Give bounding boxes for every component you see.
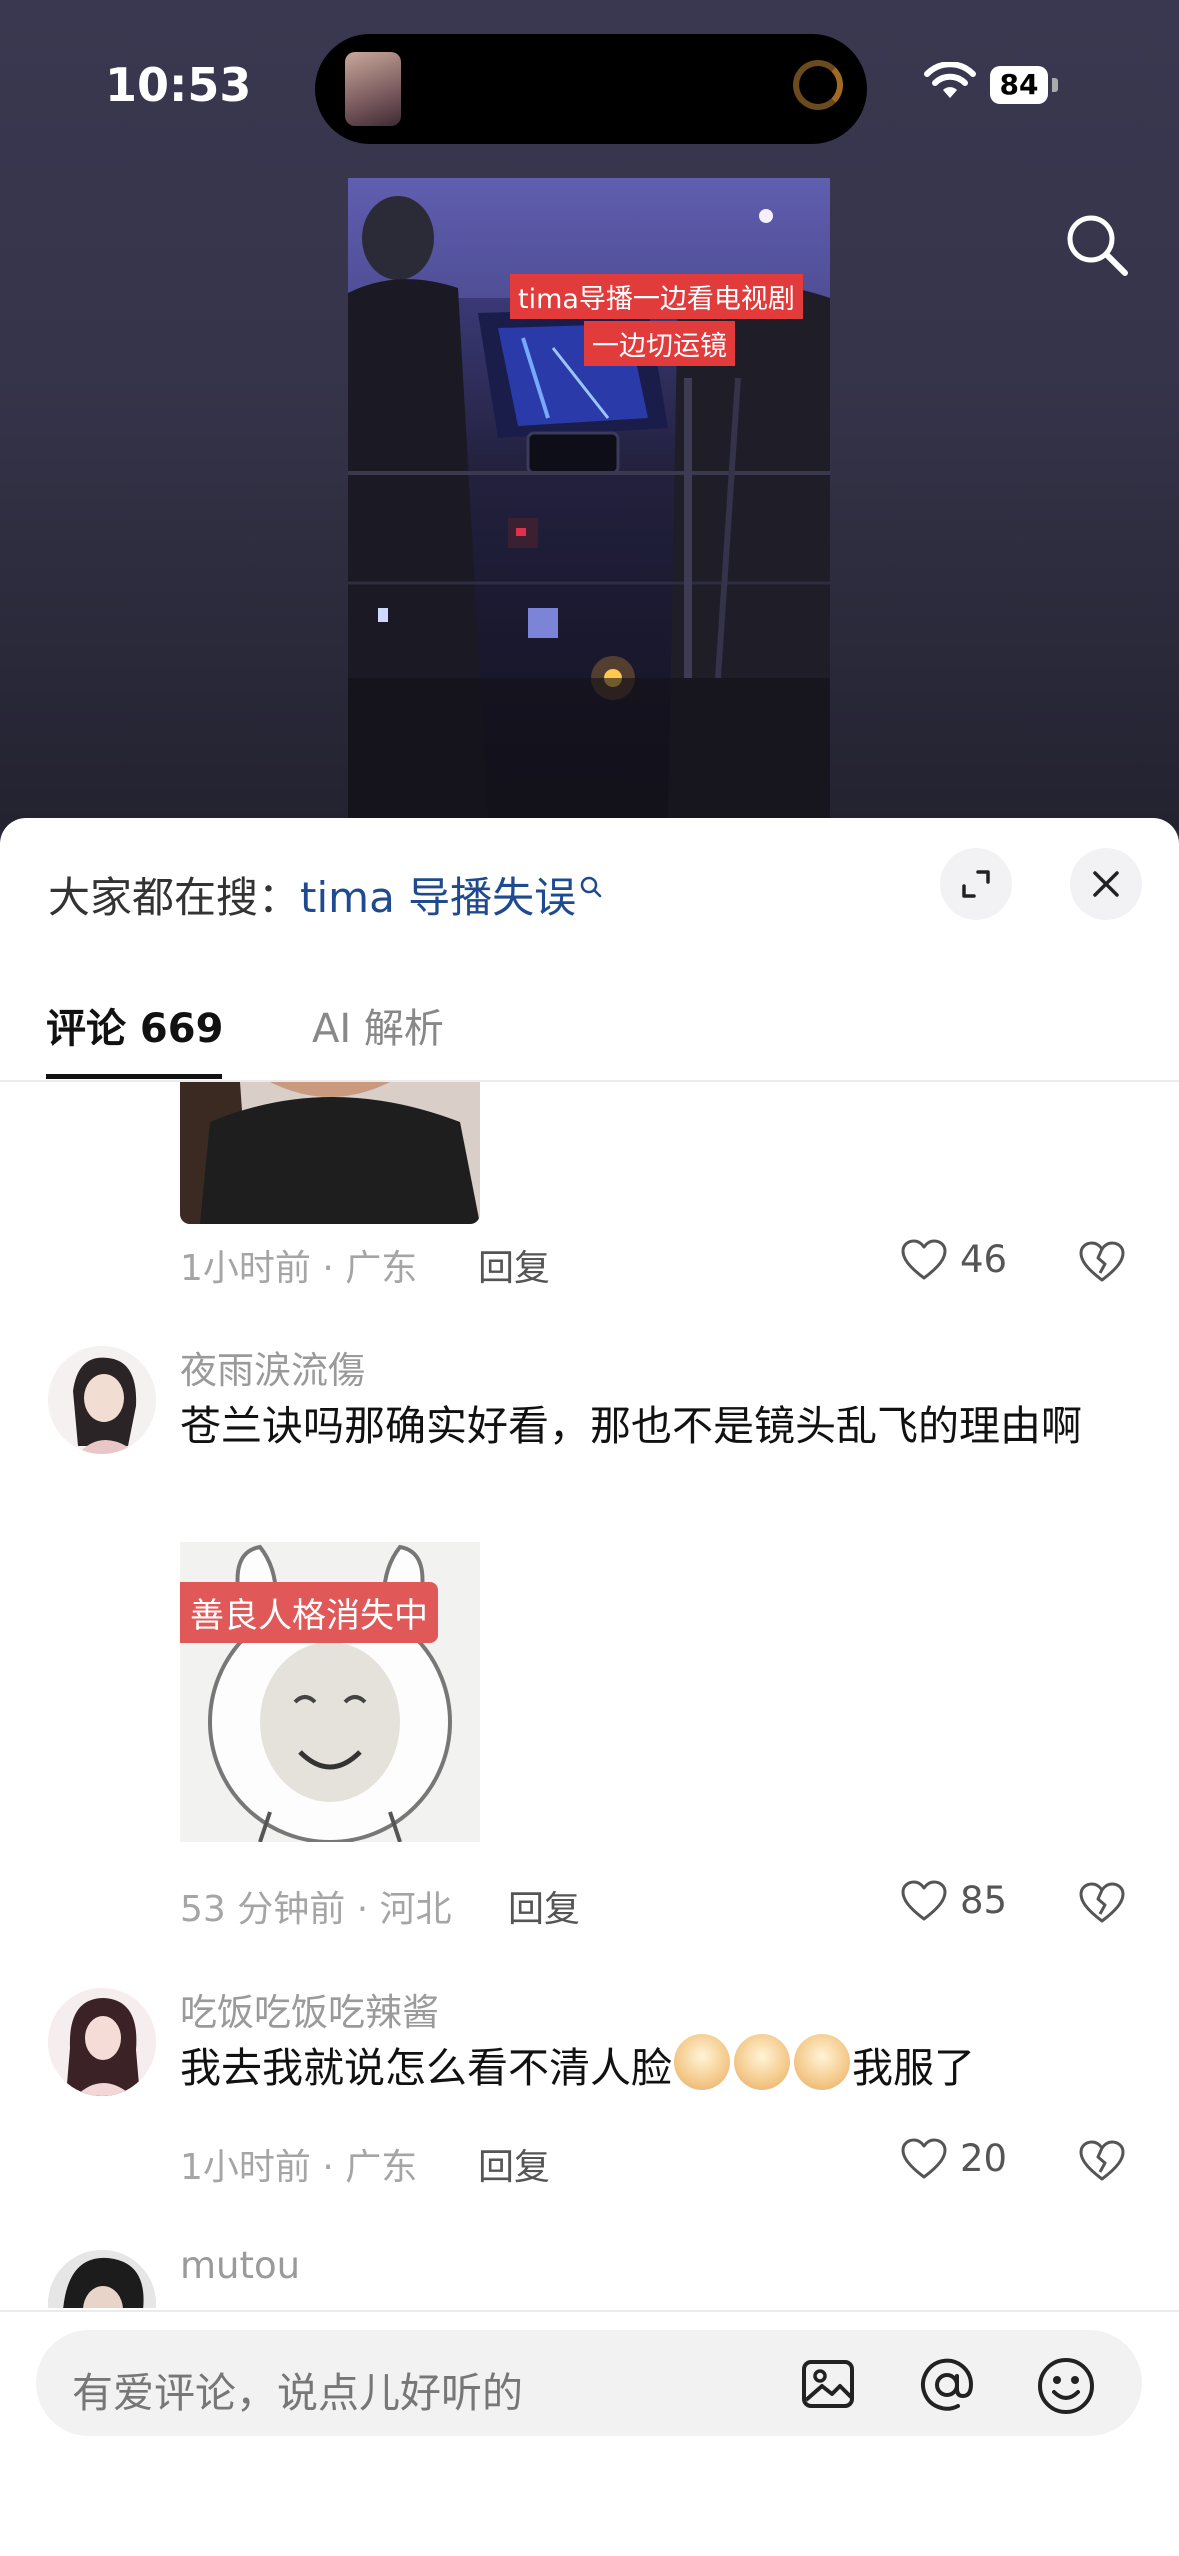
search-small-icon xyxy=(580,876,602,898)
comment-image[interactable] xyxy=(180,1082,480,1224)
like-button[interactable]: 85 xyxy=(900,1877,1020,1927)
battery-indicator: 84 xyxy=(990,66,1048,104)
close-button[interactable] xyxy=(1070,848,1142,920)
comment-text-end: 我服了 xyxy=(852,2044,975,2092)
comment-input[interactable]: 有爱评论，说点儿好听的 xyxy=(72,2359,523,2419)
battery-tip xyxy=(1052,78,1058,92)
pleading-face-emoji-icon xyxy=(734,2034,790,2090)
comment-username[interactable]: 吃饭吃饭吃辣酱 xyxy=(180,1982,439,2036)
comment-meta: 53 分钟前 · 河北 xyxy=(180,1889,452,1930)
like-count: 20 xyxy=(960,2137,1008,2180)
reply-button[interactable]: 回复 xyxy=(478,2138,550,2190)
like-button[interactable]: 20 xyxy=(900,2135,1020,2185)
tab-active-indicator xyxy=(46,1074,222,1079)
comment-username[interactable]: 夜雨涙流傷 xyxy=(180,1340,365,1394)
status-time: 10:53 xyxy=(105,58,252,112)
video-caption-line1: tima导播一边看电视剧 xyxy=(510,274,803,319)
avatar-image xyxy=(48,1988,156,2096)
pleading-face-emoji-icon xyxy=(674,2034,730,2090)
pleading-face-emoji-icon xyxy=(794,2034,850,2090)
dislike-icon[interactable] xyxy=(1078,2139,1126,2183)
reply-button[interactable]: 回复 xyxy=(478,1239,550,1291)
dislike-icon[interactable] xyxy=(1078,1240,1126,1284)
expand-button[interactable] xyxy=(940,848,1012,920)
trending-prefix: 大家都在搜： xyxy=(48,873,301,922)
like-count: 46 xyxy=(960,1238,1008,1281)
input-divider xyxy=(0,2310,1179,2312)
image-icon[interactable] xyxy=(800,2356,856,2412)
reply-button[interactable]: 回复 xyxy=(508,1880,580,1932)
comment-text-start: 我去我就说怎么看不清人脸 xyxy=(180,2044,672,2092)
comment-list[interactable]: 1小时前 · 广东 回复 46 夜雨涙流傷 苍兰诀吗那确实好看，那也不是镜头乱飞… xyxy=(0,1082,1179,2308)
avatar-image xyxy=(48,1346,156,1454)
comment-input-bar[interactable]: 有爱评论，说点儿好听的 xyxy=(36,2330,1142,2436)
comments-sheet: 大家都在搜：tima 导播失误 评论 669 AI 解析 1小时前 · 广东 回… xyxy=(0,818,1179,2556)
avatar-image xyxy=(48,2250,156,2308)
wifi-icon xyxy=(924,62,976,98)
comment-meta: 1小时前 · 广东 xyxy=(180,1248,418,1289)
avatar[interactable] xyxy=(48,2250,156,2308)
avatar[interactable] xyxy=(48,1346,156,1454)
comment-photo xyxy=(180,1082,480,1224)
close-icon xyxy=(1093,871,1119,897)
tab-ai-analysis[interactable]: AI 解析 xyxy=(312,996,444,1054)
heart-icon xyxy=(901,1880,947,1921)
search-icon[interactable] xyxy=(1062,210,1132,280)
heart-icon xyxy=(901,2138,947,2179)
sticker-caption: 善良人格消失中 xyxy=(180,1582,438,1643)
comment-meta: 1小时前 · 广东 xyxy=(180,2147,418,2188)
dynamic-island[interactable] xyxy=(315,34,867,144)
expand-icon xyxy=(962,870,990,898)
comment-image[interactable]: 善良人格消失中 xyxy=(180,1542,480,1842)
emoji-icon[interactable] xyxy=(1036,2356,1096,2416)
progress-ring-icon xyxy=(793,60,843,110)
video-caption-line2: 一边切运镜 xyxy=(584,321,735,366)
video-player[interactable]: tima导播一边看电视剧 一边切运镜 xyxy=(348,178,830,818)
dislike-icon[interactable] xyxy=(1078,1881,1126,1925)
comment-text: 苍兰诀吗那确实好看，那也不是镜头乱飞的理由啊 xyxy=(180,1402,1082,1450)
heart-icon xyxy=(901,1239,947,1280)
now-playing-thumbnail xyxy=(345,52,401,126)
mention-icon[interactable] xyxy=(918,2356,976,2414)
trending-keyword[interactable]: tima 导播失误 xyxy=(300,873,576,922)
like-count: 85 xyxy=(960,1879,1008,1922)
like-button[interactable]: 46 xyxy=(900,1236,1020,1286)
comment-text: 我去我就说怎么看不清人脸 我服了 xyxy=(180,2032,1110,2104)
tab-comments[interactable]: 评论 669 xyxy=(46,996,223,1054)
comment-username[interactable]: mutou xyxy=(180,2244,300,2287)
avatar[interactable] xyxy=(48,1988,156,2096)
trending-search[interactable]: 大家都在搜：tima 导播失误 xyxy=(48,864,604,925)
